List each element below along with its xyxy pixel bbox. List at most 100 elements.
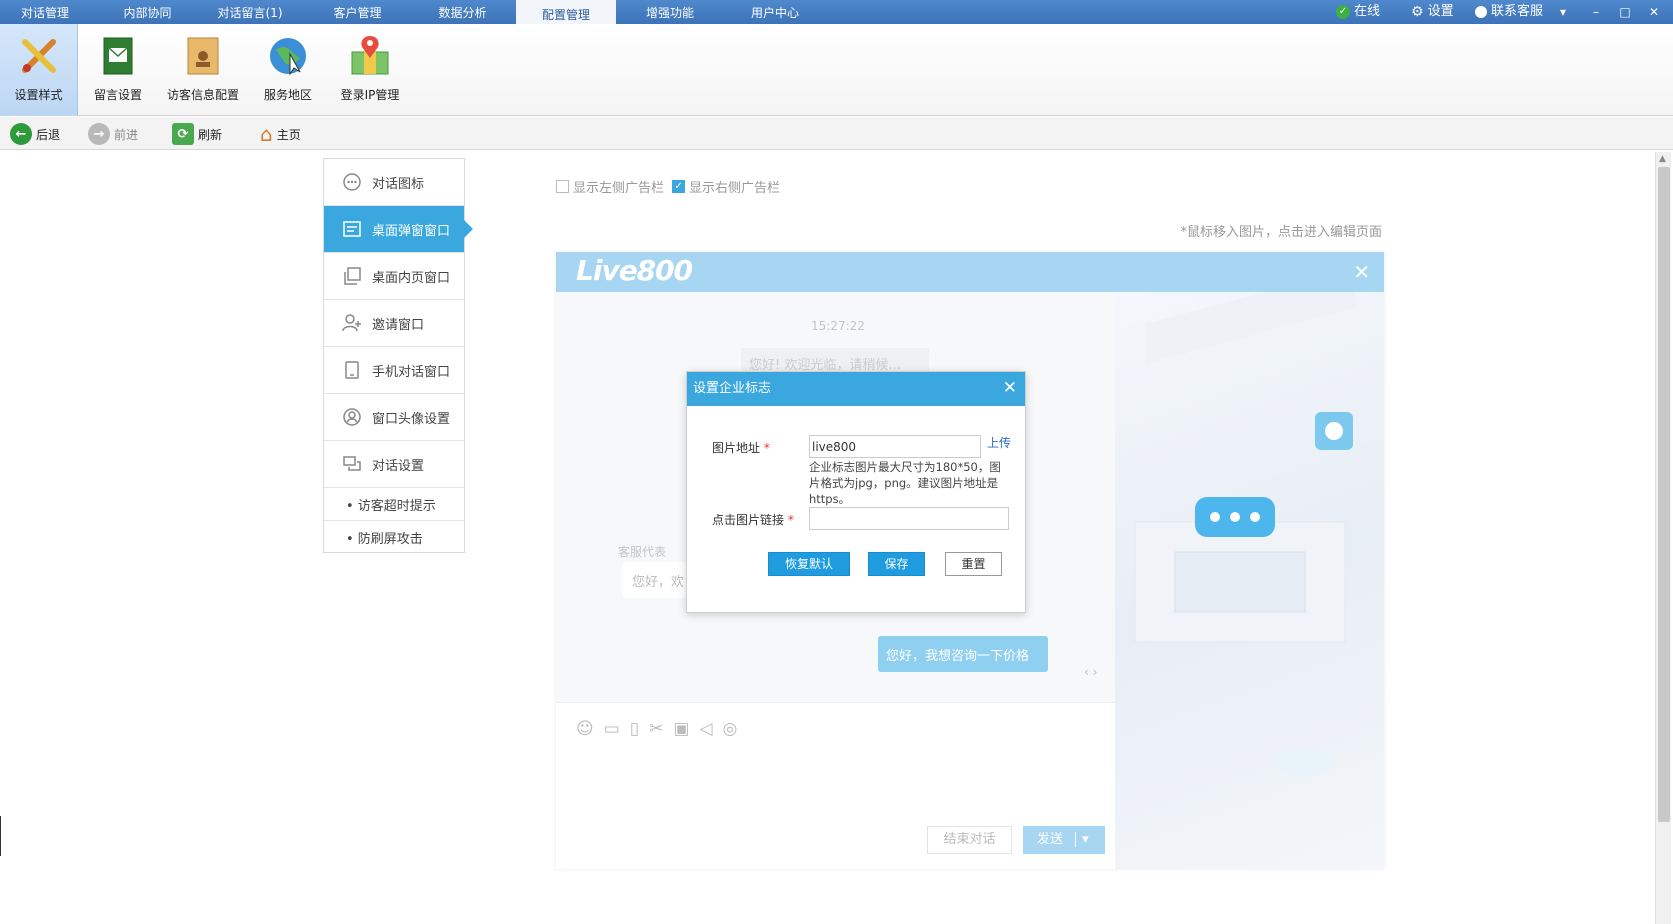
preview-logo[interactable]: Live800 bbox=[576, 254, 693, 287]
right-ad-label: 显示右侧广告栏 bbox=[689, 181, 781, 196]
contact-support-button[interactable]: 联系客服 bbox=[1475, 0, 1543, 24]
tab-user-center[interactable]: 用户中心 bbox=[725, 0, 825, 24]
menu-item-chat-icon[interactable]: 对话图标 bbox=[324, 159, 464, 206]
emoji-icon[interactable]: ☺ bbox=[576, 719, 594, 739]
home-button[interactable]: ⌂ 主页 bbox=[260, 122, 301, 146]
forward-button[interactable]: → 前进 bbox=[88, 122, 138, 146]
reset-button[interactable]: 重置 bbox=[945, 552, 1002, 576]
scroll-up-icon[interactable]: ▲ bbox=[1659, 154, 1666, 164]
forward-arrow-icon: → bbox=[88, 123, 110, 145]
back-arrow-icon: ← bbox=[10, 123, 32, 145]
tab-customer-manage[interactable]: 客户管理 bbox=[310, 0, 405, 24]
brush-pencil-icon bbox=[21, 39, 56, 73]
link-input[interactable] bbox=[809, 507, 1009, 530]
menu-item-avatar-settings[interactable]: 窗口头像设置 bbox=[324, 394, 464, 441]
menu-item-label: 对话图标 bbox=[372, 176, 425, 192]
menu-item-mobile-window[interactable]: 手机对话窗口 bbox=[324, 347, 464, 394]
restore-default-button[interactable]: 恢复默认 bbox=[768, 552, 850, 576]
required-mark: * bbox=[784, 513, 794, 527]
menu-item-desktop-inpage[interactable]: 桌面内页窗口 bbox=[324, 253, 464, 300]
image-url-input[interactable] bbox=[809, 435, 981, 458]
scroll-thumb[interactable] bbox=[1658, 167, 1670, 822]
tab-dialog-manage[interactable]: 对话管理 bbox=[0, 0, 90, 24]
refresh-button[interactable]: ⟳ 刷新 bbox=[172, 122, 222, 146]
top-menu-bar: 对话管理 内部协同 对话留言(1) 客户管理 数据分析 配置管理 增强功能 用户… bbox=[0, 0, 1673, 24]
preview-close-icon: ✕ bbox=[1353, 260, 1370, 284]
online-status[interactable]: ✓ 在线 bbox=[1336, 0, 1380, 24]
globe-icon bbox=[270, 38, 306, 76]
edit-hint: *鼠标移入图片，点击进入编辑页面 bbox=[1180, 225, 1382, 240]
preview-input-area: ☺ ▭ ▯ ✂ ▣ ◁ ◎ 结束对话 发送 ▾ bbox=[556, 702, 1115, 869]
right-ad-checkbox[interactable]: ✓ bbox=[672, 180, 686, 193]
text-cursor bbox=[0, 816, 1, 856]
menu-item-desktop-popup[interactable]: 桌面弹窗窗口 bbox=[324, 206, 473, 253]
send-dropdown-icon[interactable]: ▾ bbox=[1075, 832, 1089, 847]
tab-data-analysis[interactable]: 数据分析 bbox=[415, 0, 510, 24]
end-chat-button[interactable]: 结束对话 bbox=[927, 826, 1012, 854]
dialog-title: 设置企业标志 bbox=[687, 372, 1025, 406]
user-message: 您好，我想咨询一下价格 bbox=[878, 636, 1048, 672]
chat-bubble-icon bbox=[342, 172, 362, 192]
back-button[interactable]: ← 后退 bbox=[10, 122, 60, 146]
upload-link[interactable]: 上传 bbox=[987, 434, 1011, 451]
speaker-icon[interactable]: ◁ bbox=[699, 719, 712, 739]
dropdown-arrow-icon[interactable]: ▾ bbox=[1552, 2, 1574, 22]
ribbon-visitor-info[interactable]: 访客信息配置 bbox=[160, 24, 246, 116]
ribbon-login-ip[interactable]: 登录IP管理 bbox=[330, 24, 410, 116]
tab-internal-collab[interactable]: 内部协同 bbox=[100, 0, 195, 24]
tab-enhanced[interactable]: 增强功能 bbox=[620, 0, 720, 24]
style-side-menu: 对话图标 桌面弹窗窗口 桌面内页窗口 邀请窗口 手机对话窗口 窗口头像设置 对话… bbox=[323, 158, 473, 554]
home-icon: ⌂ bbox=[260, 122, 273, 146]
tab-messages[interactable]: 对话留言(1) bbox=[200, 0, 300, 24]
menu-item-label: 桌面内页窗口 bbox=[372, 270, 451, 286]
menu-item-invite-window[interactable]: 邀请窗口 bbox=[324, 300, 464, 347]
menu-item-label: 邀请窗口 bbox=[372, 317, 425, 333]
left-ad-label: 显示左侧广告栏 bbox=[573, 181, 665, 196]
mobile-icon bbox=[342, 360, 362, 380]
pages-icon bbox=[342, 266, 362, 286]
ribbon-set-style[interactable]: 设置样式 bbox=[0, 24, 78, 116]
tab-config-manage[interactable]: 配置管理 bbox=[516, 0, 616, 24]
ribbon-message-settings[interactable]: 留言设置 bbox=[84, 24, 152, 116]
globe-small-icon[interactable]: ◎ bbox=[723, 719, 738, 739]
ribbon-login-ip-label: 登录IP管理 bbox=[340, 88, 400, 102]
image-note: 企业标志图片最大尺寸为180*50，图片格式为jpg，png。建议图片地址是ht… bbox=[809, 460, 1001, 506]
scissors-icon[interactable]: ✂ bbox=[649, 719, 663, 739]
link-label-text: 点击图片链接 bbox=[712, 513, 785, 527]
window-icon bbox=[342, 219, 362, 239]
file-icon[interactable]: ▯ bbox=[630, 719, 639, 739]
maximize-icon[interactable]: □ bbox=[1614, 2, 1636, 22]
ribbon-visitor-info-label: 访客信息配置 bbox=[166, 88, 239, 102]
required-mark: * bbox=[760, 441, 770, 455]
forward-label: 前进 bbox=[114, 127, 139, 142]
ribbon-set-style-label: 设置样式 bbox=[14, 88, 63, 102]
image-icon[interactable]: ▭ bbox=[604, 719, 620, 739]
save-icon[interactable]: ▣ bbox=[673, 719, 689, 739]
dialog-close-icon[interactable]: ✕ bbox=[1003, 378, 1017, 398]
ribbon-service-region-label: 服务地区 bbox=[263, 88, 312, 102]
agent-name: 客服代表 bbox=[618, 545, 667, 559]
submenu-anti-flood[interactable]: • 防刷屏攻击 bbox=[324, 521, 464, 554]
vertical-scrollbar[interactable]: ▲ bbox=[1655, 152, 1671, 924]
menu-item-dialog-settings[interactable]: 对话设置 bbox=[324, 441, 464, 488]
left-ad-checkbox[interactable] bbox=[556, 180, 569, 193]
ribbon-toolbar: 设置样式 留言设置 访客信息配置 服务地区 登录IP管理 bbox=[0, 24, 1673, 116]
map-pin-icon bbox=[351, 36, 389, 75]
send-label: 发送 bbox=[1037, 832, 1064, 847]
ribbon-message-settings-label: 留言设置 bbox=[93, 88, 142, 102]
user-add-icon bbox=[342, 313, 362, 333]
minimize-icon[interactable]: – bbox=[1585, 2, 1607, 22]
send-button[interactable]: 发送 ▾ bbox=[1023, 826, 1105, 854]
save-button[interactable]: 保存 bbox=[868, 552, 925, 576]
preview-header[interactable]: Live800 ✕ bbox=[556, 252, 1384, 292]
settings-label: 设置 bbox=[1427, 4, 1454, 19]
ribbon-service-region[interactable]: 服务地区 bbox=[254, 24, 322, 116]
preview-side-ad[interactable] bbox=[1115, 267, 1384, 869]
settings-button[interactable]: ⚙ 设置 bbox=[1411, 0, 1454, 24]
link-label: 点击图片链接 * bbox=[712, 511, 794, 528]
message-book-icon bbox=[103, 37, 133, 75]
close-window-icon[interactable]: ✕ bbox=[1643, 2, 1665, 22]
submenu-visitor-timeout[interactable]: • 访客超时提示 bbox=[324, 488, 464, 521]
online-check-icon: ✓ bbox=[1336, 5, 1350, 19]
ad-options: 显示左侧广告栏 ✓ 显示右侧广告栏 bbox=[556, 177, 780, 196]
